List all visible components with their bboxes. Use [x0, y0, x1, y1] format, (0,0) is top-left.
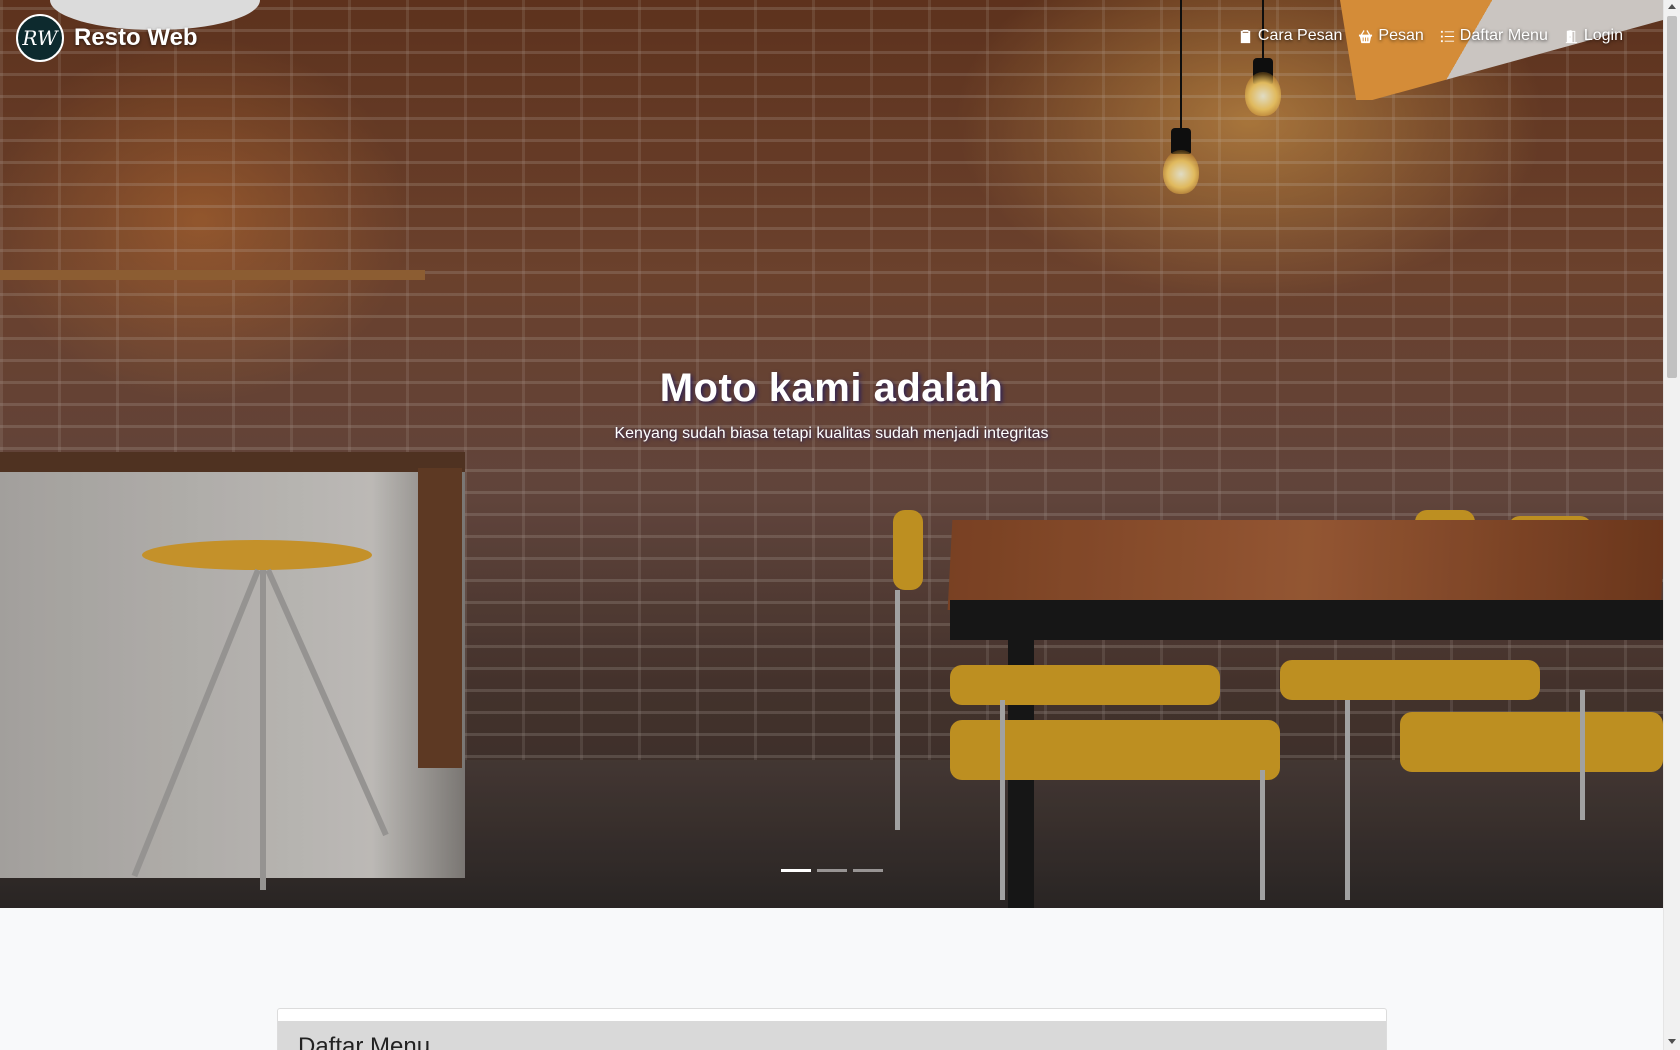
carousel-indicators [0, 869, 1663, 872]
hero-carousel: Moto kami adalah Kenyang sudah biasa tet… [0, 0, 1663, 908]
brand-name: Resto Web [74, 24, 198, 51]
nav-cara-pesan[interactable]: Cara Pesan [1238, 27, 1343, 45]
nav-pesan-label: Pesan [1378, 27, 1424, 44]
basket-icon [1359, 29, 1373, 43]
carousel-indicator-2[interactable] [816, 869, 847, 872]
list-icon [1440, 30, 1454, 42]
scroll-down-icon[interactable] [1668, 1039, 1676, 1044]
scroll-thumb[interactable] [1667, 16, 1677, 378]
carousel-indicator-3[interactable] [852, 869, 883, 872]
nav-daftar-menu-label: Daftar Menu [1459, 27, 1548, 44]
menu-card-title: Daftar Menu [278, 1021, 1386, 1050]
nav-pesan[interactable]: Pesan [1358, 27, 1424, 45]
nav-daftar-menu[interactable]: Daftar Menu [1440, 27, 1548, 45]
page-scrollbar[interactable] [1663, 0, 1680, 1050]
scroll-up-icon[interactable] [1668, 4, 1676, 9]
hero-title: Moto kami adalah [659, 366, 1004, 410]
nav-cara-pesan-label: Cara Pesan [1257, 27, 1343, 44]
brand-link[interactable]: RW Resto Web [16, 14, 198, 62]
nav-login[interactable]: Login [1564, 27, 1623, 45]
navbar: RW Resto Web Cara Pesan Pesan Daftar Men… [0, 0, 1663, 76]
nav-login-label: Login [1583, 27, 1623, 44]
carousel-indicator-1[interactable] [780, 869, 811, 872]
brand-logo: RW [16, 14, 64, 62]
menu-card: Daftar Menu [277, 1008, 1387, 1050]
door-open-icon [1565, 29, 1577, 43]
nav-links: Cara Pesan Pesan Daftar Menu Login [1238, 27, 1623, 45]
hero-subtitle: Kenyang sudah biasa tetapi kualitas suda… [614, 425, 1049, 442]
clipboard-icon [1240, 29, 1251, 43]
carousel-caption: Moto kami adalah Kenyang sudah biasa tet… [0, 366, 1663, 443]
hero-overlay [0, 0, 1663, 908]
